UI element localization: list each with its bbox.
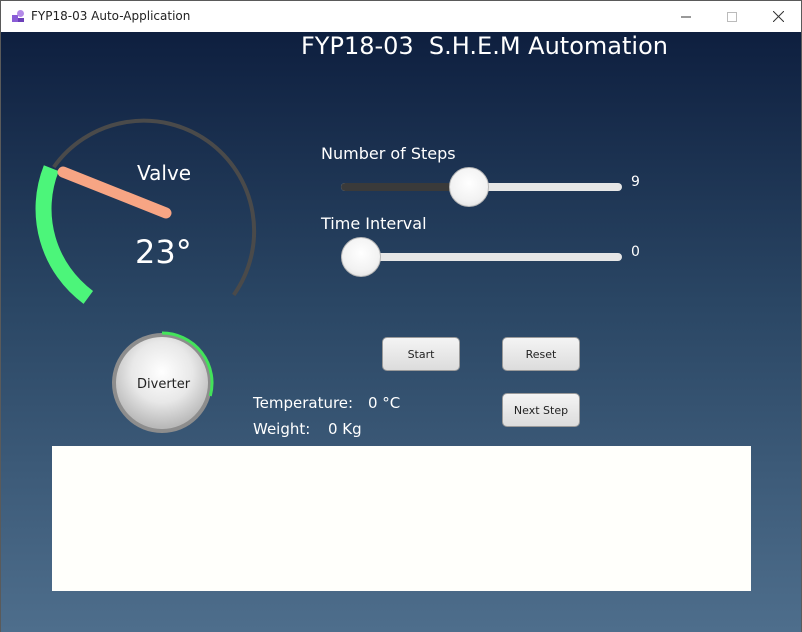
app-icon xyxy=(12,10,24,22)
close-icon xyxy=(772,11,784,22)
close-button[interactable] xyxy=(755,1,801,32)
maximize-button[interactable] xyxy=(709,1,755,32)
gauge-label: Valve xyxy=(137,161,192,185)
output-log[interactable] xyxy=(52,446,751,591)
start-button[interactable]: Start xyxy=(382,337,460,371)
steps-label: Number of Steps xyxy=(321,144,456,163)
interval-slider[interactable] xyxy=(341,253,622,261)
reset-button[interactable]: Reset xyxy=(502,337,580,371)
maximize-icon xyxy=(727,11,737,22)
steps-value: 9 xyxy=(631,174,640,190)
next-step-button[interactable]: Next Step xyxy=(502,393,580,427)
page-title: FYP18-03 S.H.E.M Automation xyxy=(301,32,668,60)
steps-slider-handle[interactable] xyxy=(449,167,489,207)
temperature-value: 0 °C xyxy=(368,394,401,412)
minimize-button[interactable] xyxy=(663,1,709,32)
steps-slider-fill xyxy=(341,183,466,191)
minimize-icon xyxy=(681,16,691,17)
gauge-progress-arc xyxy=(35,165,94,304)
gauge-value: 23° xyxy=(135,233,192,271)
interval-label: Time Interval xyxy=(321,214,427,233)
interval-slider-handle[interactable] xyxy=(341,237,381,277)
window-title: FYP18-03 Auto-Application xyxy=(31,9,191,23)
title-bar: FYP18-03 Auto-Application xyxy=(1,1,801,32)
diverter-label: Diverter xyxy=(137,377,191,392)
main-panel: FYP18-03 S.H.E.M Automation Valve 23° Nu… xyxy=(1,32,801,632)
app-window: FYP18-03 Auto-Application FYP18-03 S.H.E… xyxy=(0,0,802,632)
weight-value: 0 Kg xyxy=(328,420,362,438)
temperature-label: Temperature: xyxy=(253,394,354,412)
interval-value: 0 xyxy=(631,244,640,260)
weight-label: Weight: xyxy=(253,420,311,438)
